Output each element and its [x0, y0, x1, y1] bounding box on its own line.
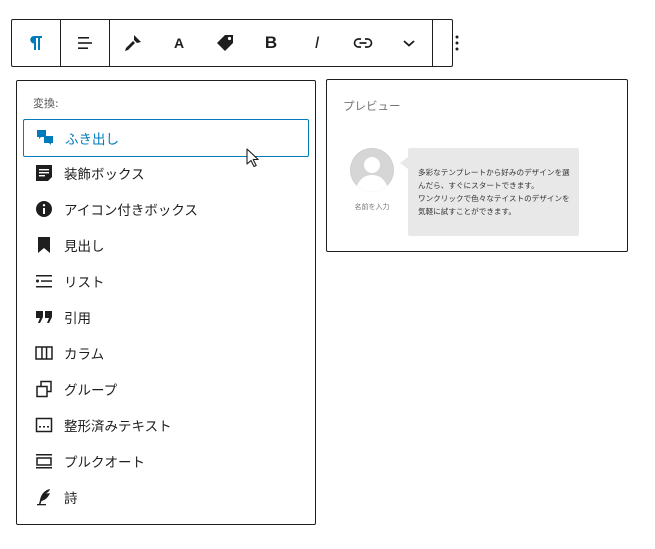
tag-icon: [217, 35, 233, 51]
speech-bubble: 多彩なテンプレートから好みのデザインを選んだら、すぐにスタートできます。 ワンク…: [400, 148, 579, 236]
info-icon: [35, 200, 53, 218]
format-group: A B I: [110, 20, 433, 66]
more-formats-button[interactable]: [386, 20, 432, 66]
text-color-button[interactable]: A: [156, 20, 202, 66]
bold-button[interactable]: B: [248, 20, 294, 66]
block-preview: プレビュー 名前を入力 多彩なテンプレートから好みのデザインを選んだら、すぐにス…: [326, 79, 628, 252]
menu-item-label: リスト: [64, 275, 105, 291]
preformatted-icon: [35, 416, 53, 434]
group-icon: [35, 380, 53, 398]
menu-item-speech-bubble[interactable]: ふき出し: [23, 119, 309, 157]
menu-item-label: ふき出し: [65, 132, 119, 148]
options-group: [433, 20, 481, 66]
chevron-down-icon: [403, 40, 415, 47]
list-icon: [35, 272, 53, 290]
menu-item-label: カラム: [64, 347, 105, 363]
menu-item-group[interactable]: グループ: [23, 371, 309, 407]
highlight-button[interactable]: [110, 20, 156, 66]
menu-item-decorated-box[interactable]: 装飾ボックス: [23, 155, 309, 191]
quill-icon: [35, 488, 53, 506]
menu-item-label: プルクオート: [64, 455, 145, 471]
bold-icon: B: [264, 33, 278, 52]
transform-block-button[interactable]: [12, 20, 60, 66]
italic-icon: I: [314, 33, 320, 52]
text-color-icon: A: [173, 35, 185, 51]
align-button[interactable]: [61, 20, 109, 66]
transform-menu-list: ふき出し 装飾ボックス アイコン付きボックス 見出し リスト 引用 カラム グル…: [23, 119, 309, 515]
menu-item-columns[interactable]: カラム: [23, 335, 309, 371]
menu-item-verse[interactable]: 詩: [23, 479, 309, 515]
link-icon: [353, 38, 373, 48]
align-group: [61, 20, 110, 66]
person-icon: [350, 148, 394, 192]
quote-icon: [35, 308, 53, 326]
speech-bubble-icon: [36, 129, 54, 147]
columns-icon: [35, 344, 53, 362]
preview-title: プレビュー: [343, 99, 401, 113]
menu-item-label: 見出し: [64, 239, 105, 255]
mouse-pointer-icon: [246, 148, 259, 168]
menu-item-quote[interactable]: 引用: [23, 299, 309, 335]
menu-item-label: 整形済みテキスト: [64, 419, 172, 435]
menu-item-preformatted[interactable]: 整形済みテキスト: [23, 407, 309, 443]
options-button[interactable]: [433, 20, 481, 66]
block-toolbar: A B I: [11, 19, 459, 67]
transform-menu-title: 変換:: [33, 97, 59, 110]
italic-button[interactable]: I: [294, 20, 340, 66]
avatar: [350, 148, 394, 192]
more-vertical-icon: [455, 35, 459, 51]
pullquote-icon: [35, 452, 53, 470]
link-button[interactable]: [340, 20, 386, 66]
block-type-group: [12, 20, 61, 66]
menu-item-list[interactable]: リスト: [23, 263, 309, 299]
bubble-text: 多彩なテンプレートから好みのデザインを選んだら、すぐにスタートできます。 ワンク…: [418, 168, 570, 216]
menu-item-label: 引用: [64, 311, 91, 327]
paragraph-icon: [30, 36, 42, 50]
avatar-name: 名前を入力: [354, 203, 390, 211]
menu-item-label: 装飾ボックス: [64, 167, 145, 183]
menu-item-label: 詩: [64, 491, 78, 507]
menu-item-heading[interactable]: 見出し: [23, 227, 309, 263]
menu-item-label: グループ: [64, 383, 118, 399]
menu-item-pullquote[interactable]: プルクオート: [23, 443, 309, 479]
highlighter-icon: [125, 35, 141, 51]
decorated-box-icon: [35, 164, 53, 182]
menu-item-icon-box[interactable]: アイコン付きボックス: [23, 191, 309, 227]
inline-tag-button[interactable]: [202, 20, 248, 66]
bookmark-icon: [35, 236, 53, 254]
menu-item-label: アイコン付きボックス: [64, 203, 198, 219]
transform-menu: 変換: ふき出し 装飾ボックス アイコン付きボックス 見出し リスト 引用 カラ…: [16, 80, 316, 525]
align-left-icon: [78, 37, 92, 49]
